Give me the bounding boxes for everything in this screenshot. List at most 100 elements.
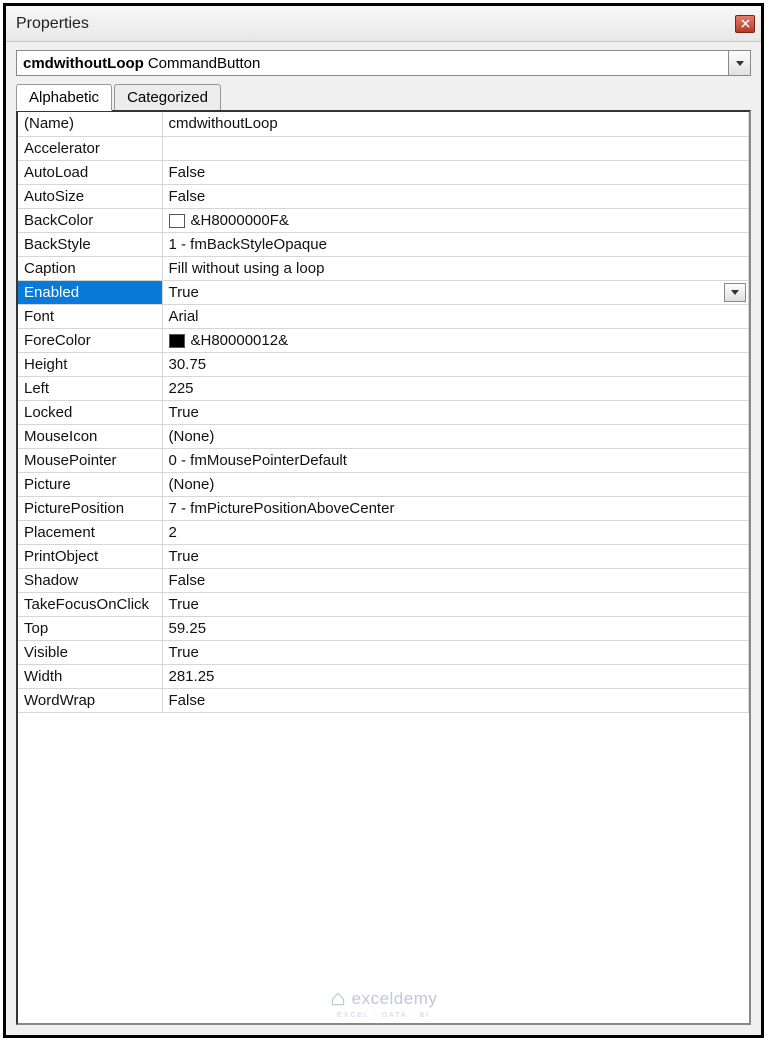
property-name[interactable]: Picture <box>18 472 162 496</box>
property-value-text: 0 - fmMousePointerDefault <box>169 452 347 469</box>
property-value[interactable]: &H80000012& <box>162 328 749 352</box>
property-value-text: cmdwithoutLoop <box>169 115 278 132</box>
object-selector[interactable]: cmdwithoutLoop CommandButton <box>16 50 751 76</box>
property-name[interactable]: Left <box>18 376 162 400</box>
property-value-text: True <box>169 404 199 421</box>
property-value-text: False <box>169 164 206 181</box>
property-row[interactable]: PrintObject True <box>18 544 749 568</box>
property-name[interactable]: Enabled <box>18 280 162 304</box>
property-value-text: 1 - fmBackStyleOpaque <box>169 236 327 253</box>
property-name[interactable]: Font <box>18 304 162 328</box>
property-value-text: True <box>169 644 199 661</box>
property-name[interactable]: MousePointer <box>18 448 162 472</box>
property-name[interactable]: PicturePosition <box>18 496 162 520</box>
property-name[interactable]: Shadow <box>18 568 162 592</box>
property-value-text: 30.75 <box>169 356 207 373</box>
property-value[interactable]: Fill without using a loop <box>162 256 749 280</box>
property-row[interactable]: Visible True <box>18 640 749 664</box>
property-row[interactable]: AutoSizeFalse <box>18 184 749 208</box>
property-value[interactable]: False <box>162 688 749 712</box>
tab-categorized[interactable]: Categorized <box>114 84 221 110</box>
property-value[interactable]: 1 - fmBackStyleOpaque <box>162 232 749 256</box>
property-row[interactable]: WordWrapFalse <box>18 688 749 712</box>
property-row[interactable]: Locked True <box>18 400 749 424</box>
property-value[interactable]: 281.25 <box>162 664 749 688</box>
property-value[interactable]: True <box>162 640 749 664</box>
property-name[interactable]: TakeFocusOnClick <box>18 592 162 616</box>
property-value[interactable]: True <box>162 280 749 304</box>
property-row[interactable]: Width 281.25 <box>18 664 749 688</box>
property-value[interactable]: False <box>162 568 749 592</box>
property-value[interactable]: False <box>162 160 749 184</box>
property-name[interactable]: BackColor <box>18 208 162 232</box>
value-dropdown-button[interactable] <box>724 283 746 302</box>
property-row[interactable]: Placement2 <box>18 520 749 544</box>
property-name[interactable]: MouseIcon <box>18 424 162 448</box>
property-name[interactable]: Locked <box>18 400 162 424</box>
property-value[interactable]: 7 - fmPicturePositionAboveCenter <box>162 496 749 520</box>
property-name[interactable]: AutoSize <box>18 184 162 208</box>
object-selector-field[interactable]: cmdwithoutLoop CommandButton <box>16 50 729 76</box>
property-row[interactable]: Top 59.25 <box>18 616 749 640</box>
property-row[interactable]: FontArial <box>18 304 749 328</box>
property-row[interactable]: ShadowFalse <box>18 568 749 592</box>
property-value-text: True <box>169 596 199 613</box>
property-row[interactable]: BackStyle 1 - fmBackStyleOpaque <box>18 232 749 256</box>
property-value[interactable]: 0 - fmMousePointerDefault <box>162 448 749 472</box>
property-name[interactable]: WordWrap <box>18 688 162 712</box>
property-name[interactable]: Height <box>18 352 162 376</box>
property-row[interactable]: Accelerator <box>18 136 749 160</box>
property-name[interactable]: ForeColor <box>18 328 162 352</box>
property-row[interactable]: ForeColor&H80000012& <box>18 328 749 352</box>
property-row[interactable]: TakeFocusOnClick True <box>18 592 749 616</box>
property-value[interactable]: &H8000000F& <box>162 208 749 232</box>
tab-alphabetic[interactable]: Alphabetic <box>16 84 112 111</box>
property-value-text: 281.25 <box>169 668 215 685</box>
chevron-down-icon <box>731 290 739 295</box>
property-value[interactable]: True <box>162 400 749 424</box>
properties-window: Properties cmdwithoutLoop CommandButton … <box>3 3 764 1038</box>
color-swatch <box>169 334 185 348</box>
property-name[interactable]: Placement <box>18 520 162 544</box>
property-value[interactable]: 225 <box>162 376 749 400</box>
property-name[interactable]: Visible <box>18 640 162 664</box>
property-name[interactable]: Accelerator <box>18 136 162 160</box>
property-value[interactable]: 59.25 <box>162 616 749 640</box>
property-name[interactable]: BackStyle <box>18 232 162 256</box>
property-value-text: True <box>169 284 199 301</box>
property-row[interactable]: (Name) cmdwithoutLoop <box>18 112 749 136</box>
property-value[interactable]: Arial <box>162 304 749 328</box>
close-button[interactable] <box>735 15 755 33</box>
property-value[interactable] <box>162 136 749 160</box>
property-row[interactable]: MouseIcon(None) <box>18 424 749 448</box>
property-name[interactable]: Width <box>18 664 162 688</box>
property-name[interactable]: Caption <box>18 256 162 280</box>
property-value-text: 59.25 <box>169 620 207 637</box>
property-value[interactable]: True <box>162 592 749 616</box>
property-row[interactable]: Enabled True <box>18 280 749 304</box>
property-row[interactable]: CaptionFill without using a loop <box>18 256 749 280</box>
property-row[interactable]: Picture (None) <box>18 472 749 496</box>
property-row[interactable]: Left225 <box>18 376 749 400</box>
property-row[interactable]: PicturePosition7 - fmPicturePositionAbov… <box>18 496 749 520</box>
property-value[interactable]: (None) <box>162 472 749 496</box>
property-value[interactable]: True <box>162 544 749 568</box>
property-value-text: &H80000012& <box>191 332 289 349</box>
property-name[interactable]: (Name) <box>18 112 162 136</box>
property-row[interactable]: Height 30.75 <box>18 352 749 376</box>
object-selector-dropdown-button[interactable] <box>729 50 751 76</box>
property-value[interactable]: 2 <box>162 520 749 544</box>
property-value-text: (None) <box>169 476 215 493</box>
property-name[interactable]: Top <box>18 616 162 640</box>
property-row[interactable]: AutoLoad False <box>18 160 749 184</box>
property-name[interactable]: AutoLoad <box>18 160 162 184</box>
property-row[interactable]: MousePointer 0 - fmMousePointerDefault <box>18 448 749 472</box>
property-row[interactable]: BackColor&H8000000F& <box>18 208 749 232</box>
property-value[interactable]: cmdwithoutLoop <box>162 112 749 136</box>
property-value[interactable]: 30.75 <box>162 352 749 376</box>
property-value-text: &H8000000F& <box>191 212 289 229</box>
property-value-text: True <box>169 548 199 565</box>
property-value[interactable]: (None) <box>162 424 749 448</box>
property-name[interactable]: PrintObject <box>18 544 162 568</box>
property-value[interactable]: False <box>162 184 749 208</box>
